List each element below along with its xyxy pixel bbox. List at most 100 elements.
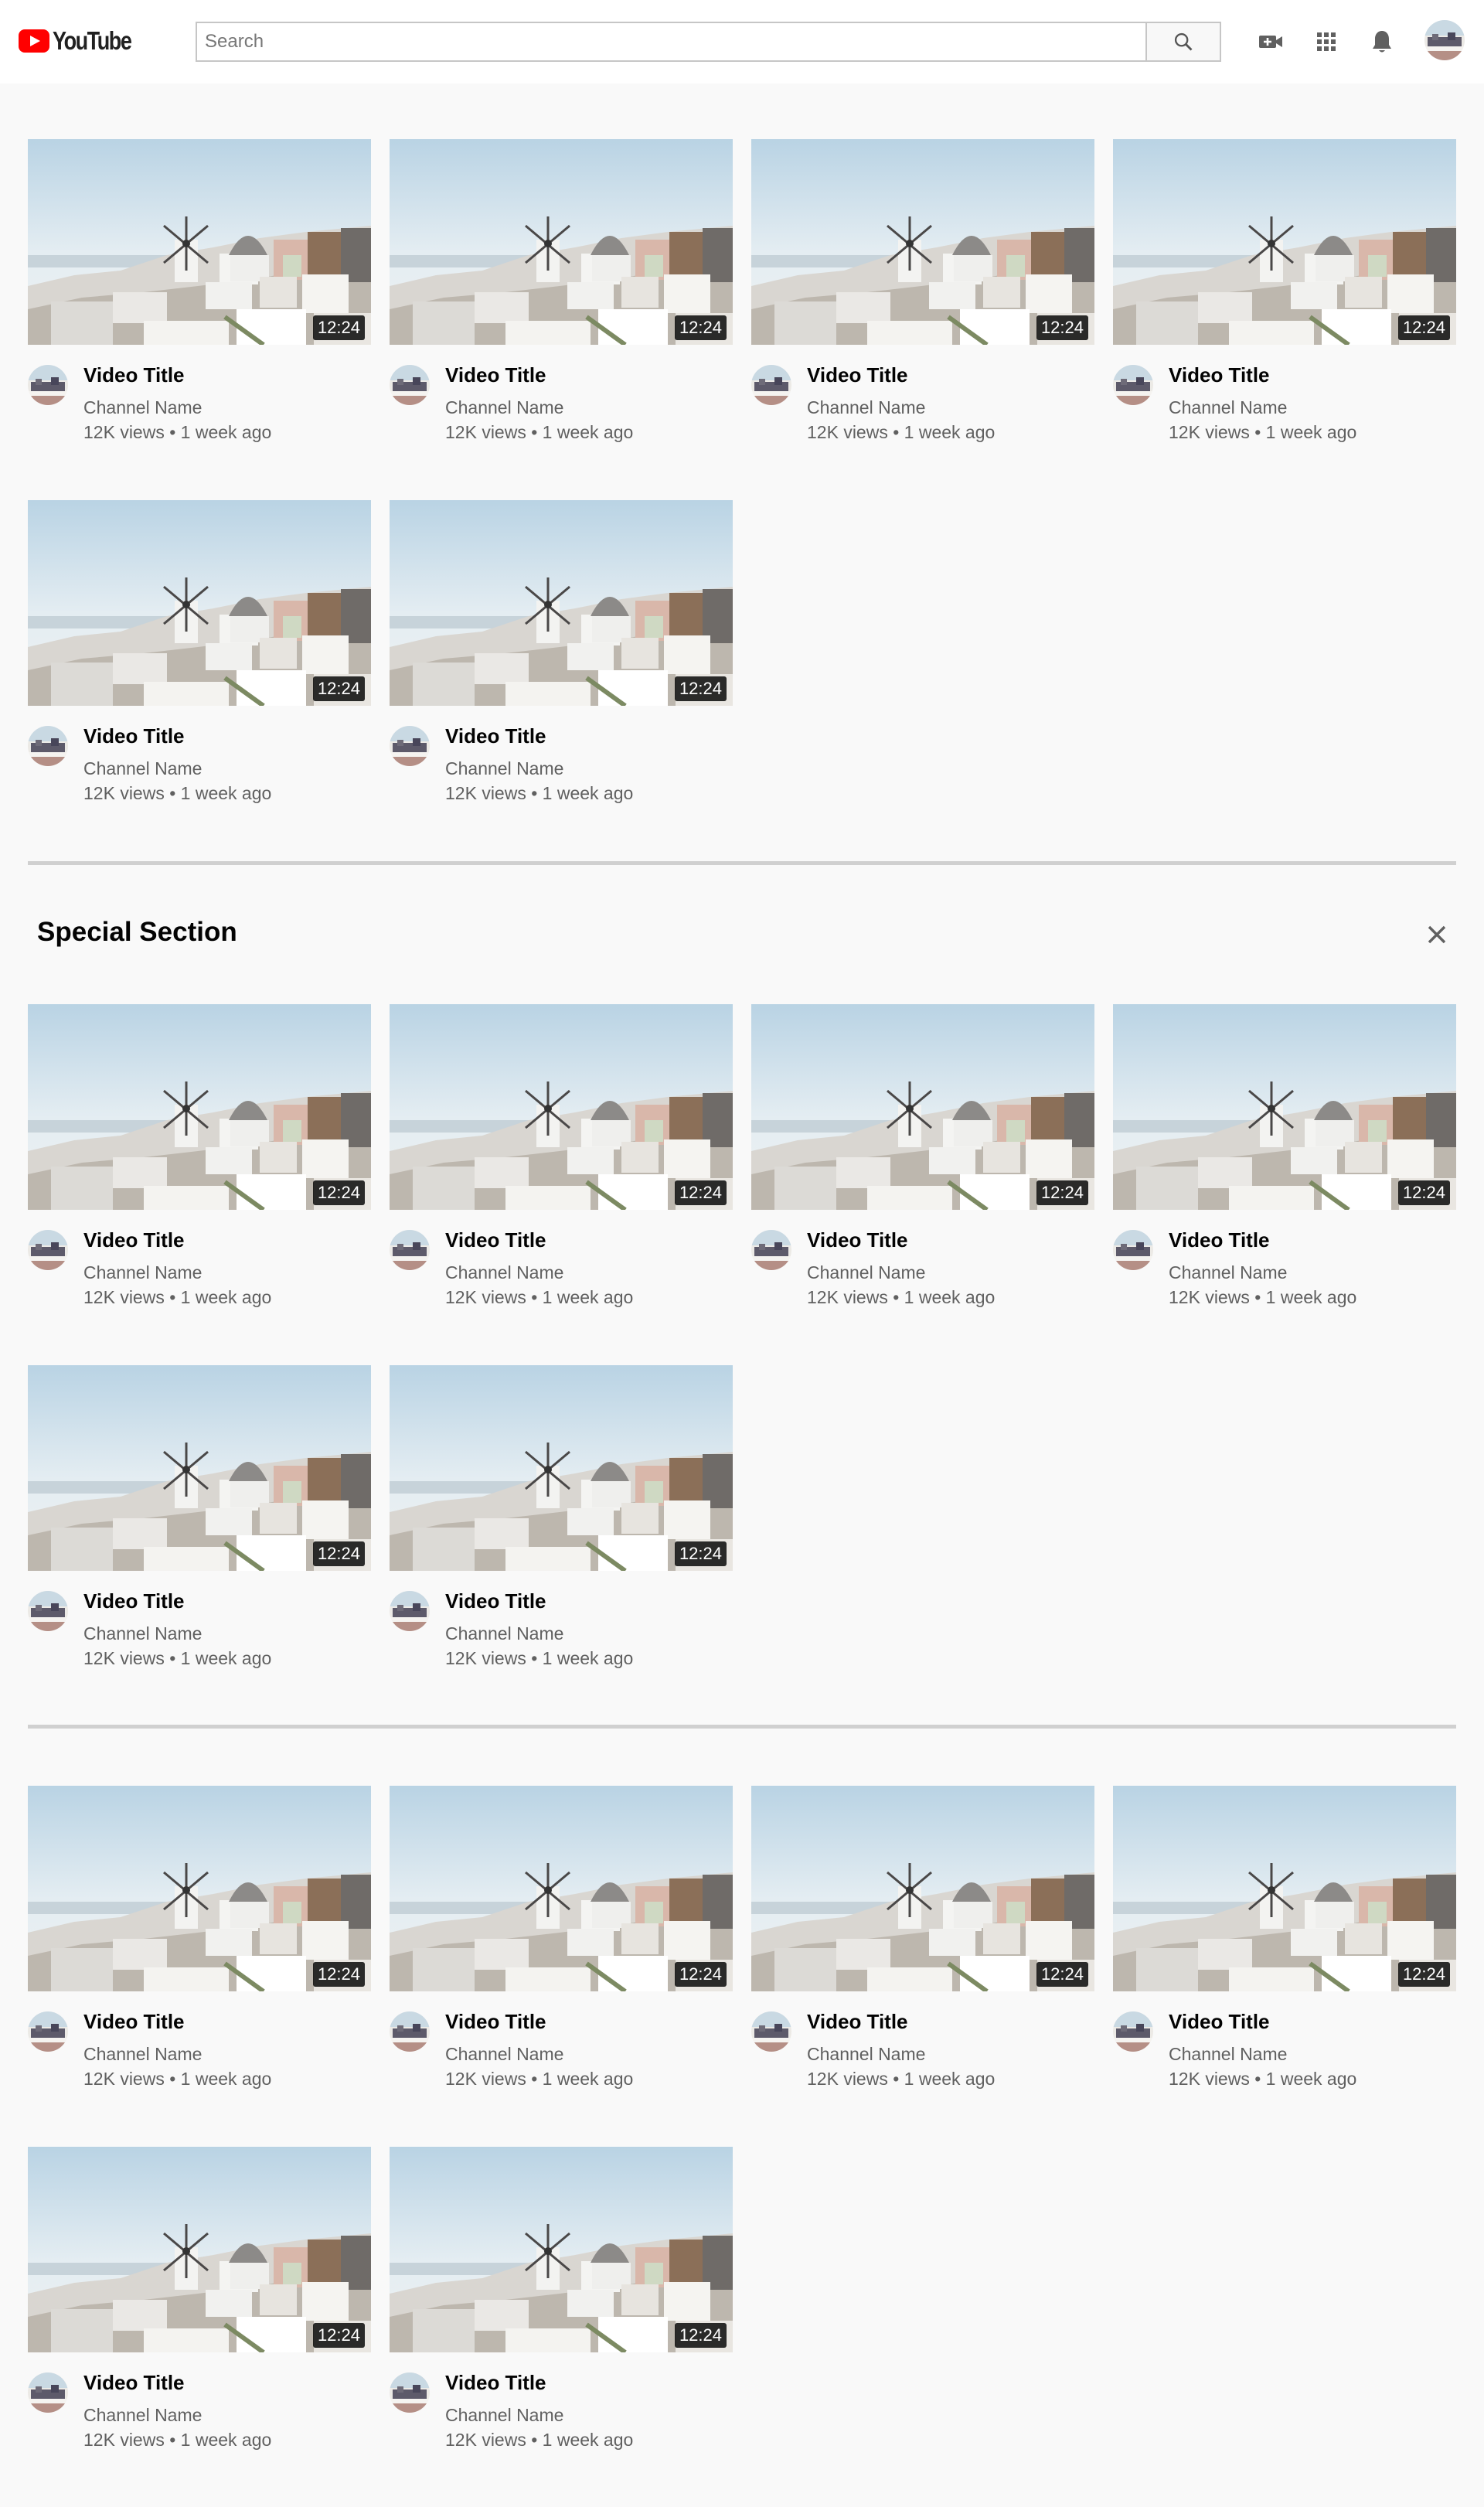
video-thumbnail[interactable]: 12:24 [1113,1004,1456,1210]
notifications-button[interactable] [1363,23,1401,60]
channel-name[interactable]: Channel Name [83,397,202,418]
video-title[interactable]: Video Title [83,724,185,748]
channel-name[interactable]: Channel Name [445,397,563,418]
video-card[interactable]: 12:24 Video Title Channel Name 12K views… [390,1786,733,2092]
video-thumbnail[interactable]: 12:24 [1113,139,1456,345]
channel-avatar[interactable] [390,726,430,766]
video-title[interactable]: Video Title [807,1228,908,1252]
video-card[interactable]: 12:24 Video Title Channel Name 12K views… [28,139,371,445]
video-thumbnail[interactable]: 12:24 [28,139,371,345]
video-title[interactable]: Video Title [445,1589,546,1613]
video-card[interactable]: 12:24 Video Title Channel Name 12K views… [390,139,733,445]
video-card[interactable]: 12:24 Video Title Channel Name 12K views… [390,2147,733,2453]
video-title[interactable]: Video Title [83,363,185,387]
video-card[interactable]: 12:24 Video Title Channel Name 12K views… [1113,139,1456,445]
video-thumbnail[interactable]: 12:24 [751,1786,1094,1991]
video-title[interactable]: Video Title [83,2010,185,2034]
channel-avatar[interactable] [751,365,791,405]
channel-name[interactable]: Channel Name [445,1262,563,1283]
video-card[interactable]: 12:24 Video Title Channel Name 12K views… [390,500,733,806]
channel-avatar[interactable] [390,2011,430,2052]
channel-name[interactable]: Channel Name [807,1262,925,1283]
channel-avatar[interactable] [1113,1230,1153,1270]
video-title[interactable]: Video Title [83,2371,185,2395]
channel-name[interactable]: Channel Name [445,1623,563,1644]
channel-avatar[interactable] [1113,2011,1153,2052]
channel-name[interactable]: Channel Name [83,1262,202,1283]
channel-avatar[interactable] [28,1591,68,1631]
video-stats: 12K views • 1 week ago [1169,2069,1357,2089]
video-title[interactable]: Video Title [807,2010,908,2034]
video-thumbnail[interactable]: 12:24 [28,500,371,706]
video-thumbnail[interactable]: 12:24 [28,2147,371,2352]
video-title[interactable]: Video Title [807,363,908,387]
video-stats: 12K views • 1 week ago [83,1648,272,1668]
channel-name[interactable]: Channel Name [807,2044,925,2065]
video-thumbnail[interactable]: 12:24 [390,1365,733,1571]
channel-name[interactable]: Channel Name [445,758,563,779]
channel-avatar[interactable] [28,726,68,766]
video-thumbnail[interactable]: 12:24 [751,139,1094,345]
channel-avatar[interactable] [28,365,68,405]
video-title[interactable]: Video Title [445,363,546,387]
video-card[interactable]: 12:24 Video Title Channel Name 12K views… [751,139,1094,445]
video-thumbnail[interactable]: 12:24 [28,1786,371,1991]
video-thumbnail[interactable]: 12:24 [28,1004,371,1210]
channel-avatar[interactable] [390,1230,430,1270]
channel-avatar[interactable] [28,1230,68,1270]
channel-name[interactable]: Channel Name [83,1623,202,1644]
video-card[interactable]: 12:24 Video Title Channel Name 12K views… [751,1004,1094,1310]
video-title[interactable]: Video Title [1169,1228,1270,1252]
channel-name[interactable]: Channel Name [83,2405,202,2426]
video-thumbnail[interactable]: 12:24 [390,2147,733,2352]
channel-name[interactable]: Channel Name [807,397,925,418]
channel-name[interactable]: Channel Name [445,2044,563,2065]
video-title[interactable]: Video Title [445,2010,546,2034]
channel-name[interactable]: Channel Name [1169,1262,1287,1283]
channel-avatar[interactable] [390,2372,430,2413]
video-thumbnail[interactable]: 12:24 [390,1004,733,1210]
special-section-close-button[interactable] [1421,918,1453,951]
create-video-button[interactable] [1252,23,1289,60]
channel-avatar[interactable] [28,2372,68,2413]
video-card[interactable]: 12:24 Video Title Channel Name 12K views… [28,1004,371,1310]
channel-avatar[interactable] [751,2011,791,2052]
channel-name[interactable]: Channel Name [83,2044,202,2065]
video-title[interactable]: Video Title [83,1228,185,1252]
channel-avatar[interactable] [390,365,430,405]
video-thumbnail[interactable]: 12:24 [390,1786,733,1991]
video-title[interactable]: Video Title [445,2371,546,2395]
account-avatar[interactable] [1424,20,1465,60]
video-title[interactable]: Video Title [445,1228,546,1252]
video-card[interactable]: 12:24 Video Title Channel Name 12K views… [28,2147,371,2453]
search-input[interactable] [196,22,1145,62]
video-thumbnail[interactable]: 12:24 [390,139,733,345]
video-card[interactable]: 12:24 Video Title Channel Name 12K views… [390,1004,733,1310]
channel-avatar[interactable] [28,2011,68,2052]
video-card[interactable]: 12:24 Video Title Channel Name 12K views… [1113,1786,1456,2092]
search-button[interactable] [1145,22,1221,62]
video-title[interactable]: Video Title [1169,2010,1270,2034]
apps-button[interactable] [1308,23,1345,60]
video-card[interactable]: 12:24 Video Title Channel Name 12K views… [28,500,371,806]
channel-avatar[interactable] [751,1230,791,1270]
video-thumbnail[interactable]: 12:24 [390,500,733,706]
video-card[interactable]: 12:24 Video Title Channel Name 12K views… [751,1786,1094,2092]
video-card[interactable]: 12:24 Video Title Channel Name 12K views… [28,1786,371,2092]
video-thumbnail[interactable]: 12:24 [1113,1786,1456,1991]
video-card[interactable]: 12:24 Video Title Channel Name 12K views… [28,1365,371,1671]
video-card[interactable]: 12:24 Video Title Channel Name 12K views… [1113,1004,1456,1310]
channel-avatar[interactable] [390,1591,430,1631]
channel-name[interactable]: Channel Name [83,758,202,779]
channel-avatar[interactable] [1113,365,1153,405]
video-title[interactable]: Video Title [83,1589,185,1613]
video-title[interactable]: Video Title [445,724,546,748]
channel-name[interactable]: Channel Name [1169,2044,1287,2065]
youtube-logo[interactable]: YouTube [19,26,148,56]
video-card[interactable]: 12:24 Video Title Channel Name 12K views… [390,1365,733,1671]
channel-name[interactable]: Channel Name [1169,397,1287,418]
channel-name[interactable]: Channel Name [445,2405,563,2426]
video-thumbnail[interactable]: 12:24 [751,1004,1094,1210]
video-title[interactable]: Video Title [1169,363,1270,387]
video-thumbnail[interactable]: 12:24 [28,1365,371,1571]
